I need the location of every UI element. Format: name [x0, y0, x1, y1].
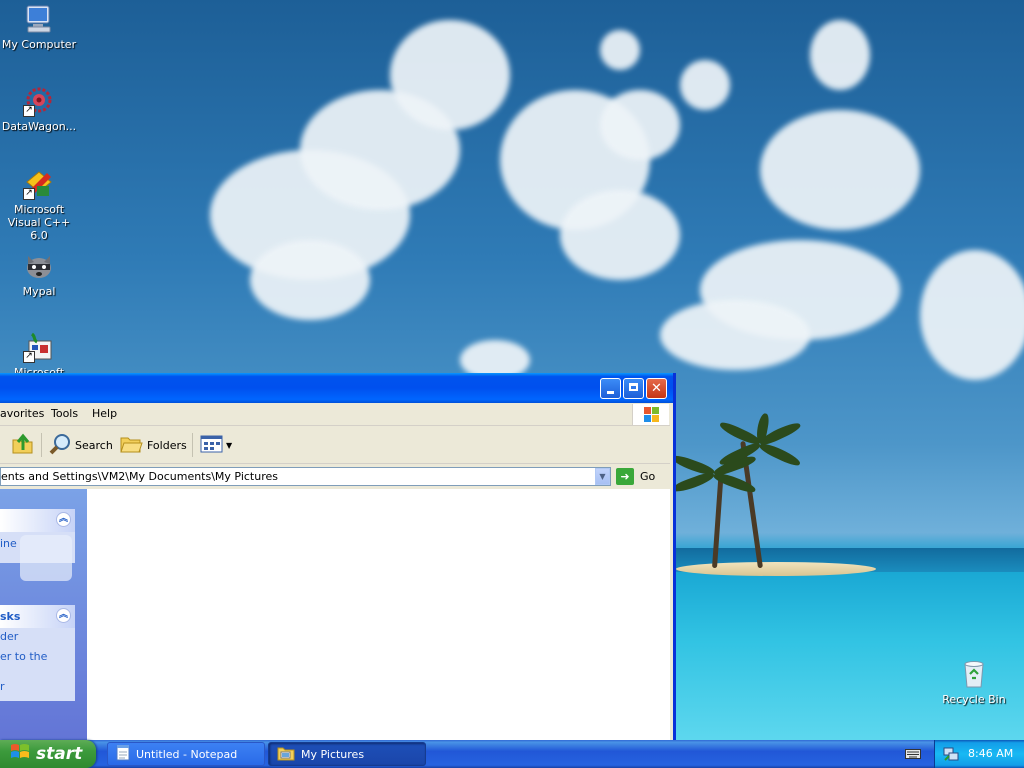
visual-studio-icon: ↗: [23, 331, 55, 363]
chevron-down-icon: ▼: [599, 472, 606, 481]
desktop-icon-datawagon[interactable]: ↗ DataWagon...: [0, 85, 79, 133]
shortcut-arrow-icon: ↗: [23, 188, 35, 200]
pane-link[interactable]: der: [0, 630, 18, 643]
pane-box-2-header[interactable]: sks ︽: [0, 605, 75, 628]
windows-logo-icon: [10, 743, 30, 766]
start-label: start: [36, 744, 83, 764]
menu-tools[interactable]: Tools: [51, 407, 78, 420]
minimize-button[interactable]: [600, 378, 621, 399]
pane-link[interactable]: er to the: [0, 650, 47, 663]
up-folder-icon: [10, 432, 36, 459]
pane-box-1: ︽ ine: [0, 509, 75, 581]
keyboard-icon[interactable]: [905, 747, 921, 764]
address-dropdown-button[interactable]: ▼: [595, 468, 610, 485]
address-bar: ents and Settings\VM2\My Documents\My Pi…: [0, 466, 670, 489]
menu-favorites[interactable]: avorites: [0, 407, 44, 420]
taskbar-button-label: My Pictures: [301, 747, 365, 761]
my-computer-icon: [23, 3, 55, 35]
desktop-icon-label: Recycle Bin: [942, 693, 1006, 706]
maximize-button[interactable]: [623, 378, 644, 399]
close-icon: ✕: [651, 381, 662, 396]
folders-button[interactable]: Folders: [119, 432, 187, 458]
maximize-icon: [629, 383, 638, 391]
pane-box-1-header[interactable]: ︽: [0, 509, 75, 532]
visual-cpp-icon: ↗: [23, 168, 55, 200]
desktop-icon-recycle-bin[interactable]: Recycle Bin: [934, 658, 1014, 706]
folders-icon: [119, 432, 143, 459]
desktop-icon-label: DataWagon...: [1, 120, 77, 133]
notepad-icon: [116, 744, 130, 764]
clock[interactable]: 8:46 AM: [968, 747, 1013, 760]
explorer-window: ✕ avorites Tools Help Search Folders ▼ e…: [0, 373, 676, 740]
shortcut-arrow-icon: ↗: [23, 351, 35, 363]
task-pane: ︽ ine sks ︽ der er to the r: [0, 489, 87, 740]
system-tray: 8:46 AM: [934, 740, 1024, 768]
desktop-icon-label: Mypal: [22, 285, 56, 298]
collapse-chevron-icon[interactable]: ︽: [56, 512, 71, 527]
taskbar-button-label: Untitled - Notepad: [136, 747, 238, 761]
folders-label: Folders: [147, 438, 187, 452]
recycle-bin-icon: [958, 658, 990, 690]
start-button[interactable]: start: [0, 740, 96, 768]
go-button[interactable]: ➜ Go: [616, 468, 655, 485]
desktop-icon-mypal[interactable]: Mypal: [0, 250, 79, 298]
search-label: Search: [75, 438, 113, 452]
windows-logo-icon: [632, 404, 669, 425]
my-pictures-folder-icon: [277, 745, 295, 764]
mypal-icon: [23, 250, 55, 282]
network-icon[interactable]: [943, 746, 959, 765]
views-dropdown-icon: ▼: [226, 440, 233, 450]
pane-link[interactable]: ine: [0, 537, 17, 550]
pane-link[interactable]: r: [0, 680, 5, 693]
desktop-icon-visual-cpp[interactable]: ↗ Microsoft Visual C++ 6.0: [0, 168, 79, 242]
datawagon-icon: ↗: [23, 85, 55, 117]
pane-box-2: sks ︽ der er to the r: [0, 605, 75, 701]
go-label: Go: [640, 470, 656, 483]
desktop-icon-label: Microsoft Visual C++ 6.0: [7, 203, 71, 242]
toolbar: Search Folders ▼: [0, 426, 670, 464]
taskbar-button-notepad[interactable]: Untitled - Notepad: [107, 742, 265, 766]
views-icon: [200, 433, 224, 458]
shortcut-arrow-icon: ↗: [23, 105, 35, 117]
menu-bar: avorites Tools Help: [0, 403, 670, 426]
menu-help[interactable]: Help: [92, 407, 117, 420]
collapse-chevron-icon[interactable]: ︽: [56, 608, 71, 623]
taskbar-button-my-pictures[interactable]: My Pictures: [268, 742, 426, 766]
pane-box-2-title: sks: [0, 610, 21, 623]
window-titlebar[interactable]: ✕: [0, 373, 673, 403]
views-button[interactable]: ▼: [200, 432, 232, 458]
search-button[interactable]: Search: [48, 432, 113, 458]
taskbar: start Untitled - Notepad My Pictures 8:4…: [0, 740, 1024, 768]
address-input[interactable]: ents and Settings\VM2\My Documents\My Pi…: [0, 467, 611, 486]
desktop-icon-my-computer[interactable]: My Computer: [0, 3, 79, 51]
up-folder-button[interactable]: [10, 432, 36, 458]
close-button[interactable]: ✕: [646, 378, 667, 399]
desktop-icon-label: My Computer: [1, 38, 77, 51]
search-icon: [48, 432, 72, 459]
minimize-icon: [607, 391, 614, 394]
pane-thumbnail-icon: [20, 535, 72, 581]
folder-contents[interactable]: [0, 489, 670, 740]
go-arrow-icon: ➜: [616, 468, 634, 485]
